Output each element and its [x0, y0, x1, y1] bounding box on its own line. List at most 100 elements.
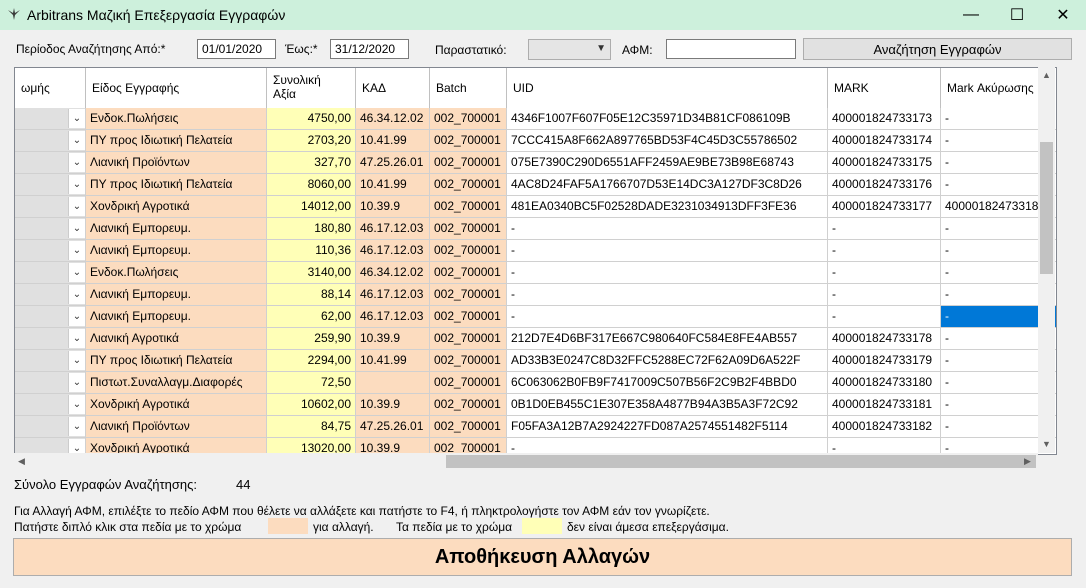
cell-uid[interactable]: 0B1D0EB455C1E307E358A4877B94A3B5A3F72C92 — [507, 394, 828, 416]
chevron-down-icon[interactable]: ⌄ — [68, 373, 85, 392]
cell-combo[interactable]: ⌄ — [15, 262, 86, 284]
cell-total[interactable]: 72,50 — [267, 372, 356, 394]
chevron-down-icon[interactable]: ⌄ — [68, 175, 85, 194]
scroll-up-icon[interactable]: ▲ — [1042, 70, 1051, 80]
chevron-down-icon[interactable]: ⌄ — [68, 109, 85, 128]
cell-total[interactable]: 259,90 — [267, 328, 356, 350]
table-row[interactable]: ⌄ Λιανική Προϊόντων 327,70 47.25.26.01 002_7… — [15, 152, 1056, 174]
cell-type[interactable]: Λιανική Αγροτικά — [86, 328, 267, 350]
cell-combo[interactable]: ⌄ — [15, 130, 86, 152]
cell-total[interactable]: 4750,00 — [267, 108, 356, 130]
cell-batch[interactable]: 002_700001 — [430, 284, 507, 306]
table-row[interactable]: ⌄ Ενδοκ.Πωλήσεις 3140,00 46.34.12.02 002_700… — [15, 262, 1056, 284]
cell-total[interactable]: 2703,20 — [267, 130, 356, 152]
cell-total[interactable]: 3140,00 — [267, 262, 356, 284]
horizontal-scrollbar[interactable]: ◀ ▶ — [14, 453, 1038, 470]
chevron-down-icon[interactable]: ⌄ — [68, 131, 85, 150]
cell-kad[interactable]: 10.39.9 — [356, 196, 430, 218]
chevron-down-icon[interactable]: ⌄ — [68, 197, 85, 216]
cell-total[interactable]: 84,75 — [267, 416, 356, 438]
cell-batch[interactable]: 002_700001 — [430, 350, 507, 372]
date-from-input[interactable] — [197, 39, 276, 59]
cell-type[interactable]: Χονδρική Αγροτικά — [86, 394, 267, 416]
cell-batch[interactable]: 002_700001 — [430, 218, 507, 240]
cell-batch[interactable]: 002_700001 — [430, 108, 507, 130]
cell-kad[interactable]: 10.41.99 — [356, 174, 430, 196]
header-col-batch[interactable]: Batch — [430, 68, 507, 108]
chevron-down-icon[interactable]: ⌄ — [68, 395, 85, 414]
cell-uid[interactable]: 7CCC415A8F662A897765BD53F4C45D3C55786502 — [507, 130, 828, 152]
cell-mark[interactable]: - — [828, 306, 941, 328]
cell-combo[interactable]: ⌄ — [15, 196, 86, 218]
cell-combo[interactable]: ⌄ — [15, 108, 86, 130]
cell-combo[interactable]: ⌄ — [15, 416, 86, 438]
chevron-down-icon[interactable]: ⌄ — [68, 285, 85, 304]
table-row[interactable]: ⌄ ΠΥ προς Ιδιωτική Πελατεία 8060,00 10.41.9… — [15, 174, 1056, 196]
cell-total[interactable]: 14012,00 — [267, 196, 356, 218]
search-records-button[interactable]: Αναζήτηση Εγγραφών — [803, 38, 1072, 60]
cell-combo[interactable]: ⌄ — [15, 152, 86, 174]
table-row[interactable]: ⌄ Λιανική Εμπορευμ. 88,14 46.17.12.03 002_70… — [15, 284, 1056, 306]
cell-mark[interactable]: 400001824733173 — [828, 108, 941, 130]
date-to-input[interactable] — [330, 39, 409, 59]
header-col-combo[interactable]: ωμής — [15, 68, 86, 108]
cell-mark[interactable]: 400001824733182 — [828, 416, 941, 438]
cell-mark[interactable]: 400001824733179 — [828, 350, 941, 372]
cell-mark[interactable]: 400001824733180 — [828, 372, 941, 394]
cell-uid[interactable]: 075E7390C290D6551AFF2459AE9BE73B98E68743 — [507, 152, 828, 174]
horizontal-scroll-thumb[interactable] — [446, 455, 1036, 468]
cell-mark[interactable]: 400001824733177 — [828, 196, 941, 218]
cell-kad[interactable]: 46.34.12.02 — [356, 262, 430, 284]
cell-combo[interactable]: ⌄ — [15, 328, 86, 350]
cell-total[interactable]: 2294,00 — [267, 350, 356, 372]
maximize-button[interactable]: ☐ — [994, 0, 1040, 30]
header-col-mark[interactable]: MARK — [828, 68, 941, 108]
document-select[interactable]: ▼ — [528, 39, 611, 60]
cell-mark[interactable]: 400001824733178 — [828, 328, 941, 350]
cell-type[interactable]: Λιανική Εμπορευμ. — [86, 218, 267, 240]
table-row[interactable]: ⌄ Λιανική Εμπορευμ. 180,80 46.17.12.03 002_7… — [15, 218, 1056, 240]
header-col-total[interactable]: Συνολική Αξία — [267, 68, 356, 108]
cell-uid[interactable]: - — [507, 284, 828, 306]
table-row[interactable]: ⌄ Πιστωτ.Συναλλαγμ.Διαφορές 72,50 002_70000… — [15, 372, 1056, 394]
cell-batch[interactable]: 002_700001 — [430, 328, 507, 350]
cell-mark[interactable]: - — [828, 240, 941, 262]
cell-type[interactable]: Λιανική Εμπορευμ. — [86, 240, 267, 262]
cell-total[interactable]: 180,80 — [267, 218, 356, 240]
cell-type[interactable]: ΠΥ προς Ιδιωτική Πελατεία — [86, 350, 267, 372]
cell-total[interactable]: 110,36 — [267, 240, 356, 262]
cell-combo[interactable]: ⌄ — [15, 350, 86, 372]
cell-kad[interactable]: 47.25.26.01 — [356, 152, 430, 174]
close-button[interactable]: ✕ — [1040, 0, 1086, 30]
chevron-down-icon[interactable]: ⌄ — [68, 307, 85, 326]
vertical-scrollbar[interactable]: ▲ ▼ — [1038, 67, 1055, 453]
chevron-down-icon[interactable]: ⌄ — [68, 417, 85, 436]
cell-type[interactable]: ΠΥ προς Ιδιωτική Πελατεία — [86, 130, 267, 152]
cell-batch[interactable]: 002_700001 — [430, 174, 507, 196]
header-col-uid[interactable]: UID — [507, 68, 828, 108]
table-row[interactable]: ⌄ Λιανική Αγροτικά 259,90 10.39.9 002_700001… — [15, 328, 1056, 350]
cell-kad[interactable]: 46.17.12.03 — [356, 284, 430, 306]
cell-type[interactable]: Ενδοκ.Πωλήσεις — [86, 262, 267, 284]
chevron-down-icon[interactable]: ⌄ — [68, 351, 85, 370]
cell-batch[interactable]: 002_700001 — [430, 394, 507, 416]
cell-batch[interactable]: 002_700001 — [430, 240, 507, 262]
cell-uid[interactable]: AD33B3E0247C8D32FFC5288EC72F62A09D6A522F — [507, 350, 828, 372]
cell-kad[interactable]: 46.17.12.03 — [356, 240, 430, 262]
cell-uid[interactable]: - — [507, 306, 828, 328]
table-row[interactable]: ⌄ Λιανική Εμπορευμ. 110,36 46.17.12.03 002_7… — [15, 240, 1056, 262]
cell-kad[interactable]: 46.17.12.03 — [356, 306, 430, 328]
chevron-down-icon[interactable]: ⌄ — [68, 241, 85, 260]
cell-total[interactable]: 10602,00 — [267, 394, 356, 416]
table-row[interactable]: ⌄ Χονδρική Αγροτικά 14012,00 10.39.9 002_700… — [15, 196, 1056, 218]
cell-total[interactable]: 327,70 — [267, 152, 356, 174]
scroll-down-icon[interactable]: ▼ — [1042, 439, 1051, 449]
cell-combo[interactable]: ⌄ — [15, 372, 86, 394]
cell-kad[interactable]: 10.41.99 — [356, 130, 430, 152]
cell-type[interactable]: Λιανική Προϊόντων — [86, 416, 267, 438]
cell-combo[interactable]: ⌄ — [15, 394, 86, 416]
table-row[interactable]: ⌄ Λιανική Προϊόντων 84,75 47.25.26.01 002_70… — [15, 416, 1056, 438]
records-grid[interactable]: ωμής Είδος Εγγραφής Συνολική Αξία ΚΑΔ Batch U… — [14, 67, 1057, 455]
vertical-scroll-thumb[interactable] — [1040, 142, 1053, 274]
cell-uid[interactable]: - — [507, 218, 828, 240]
